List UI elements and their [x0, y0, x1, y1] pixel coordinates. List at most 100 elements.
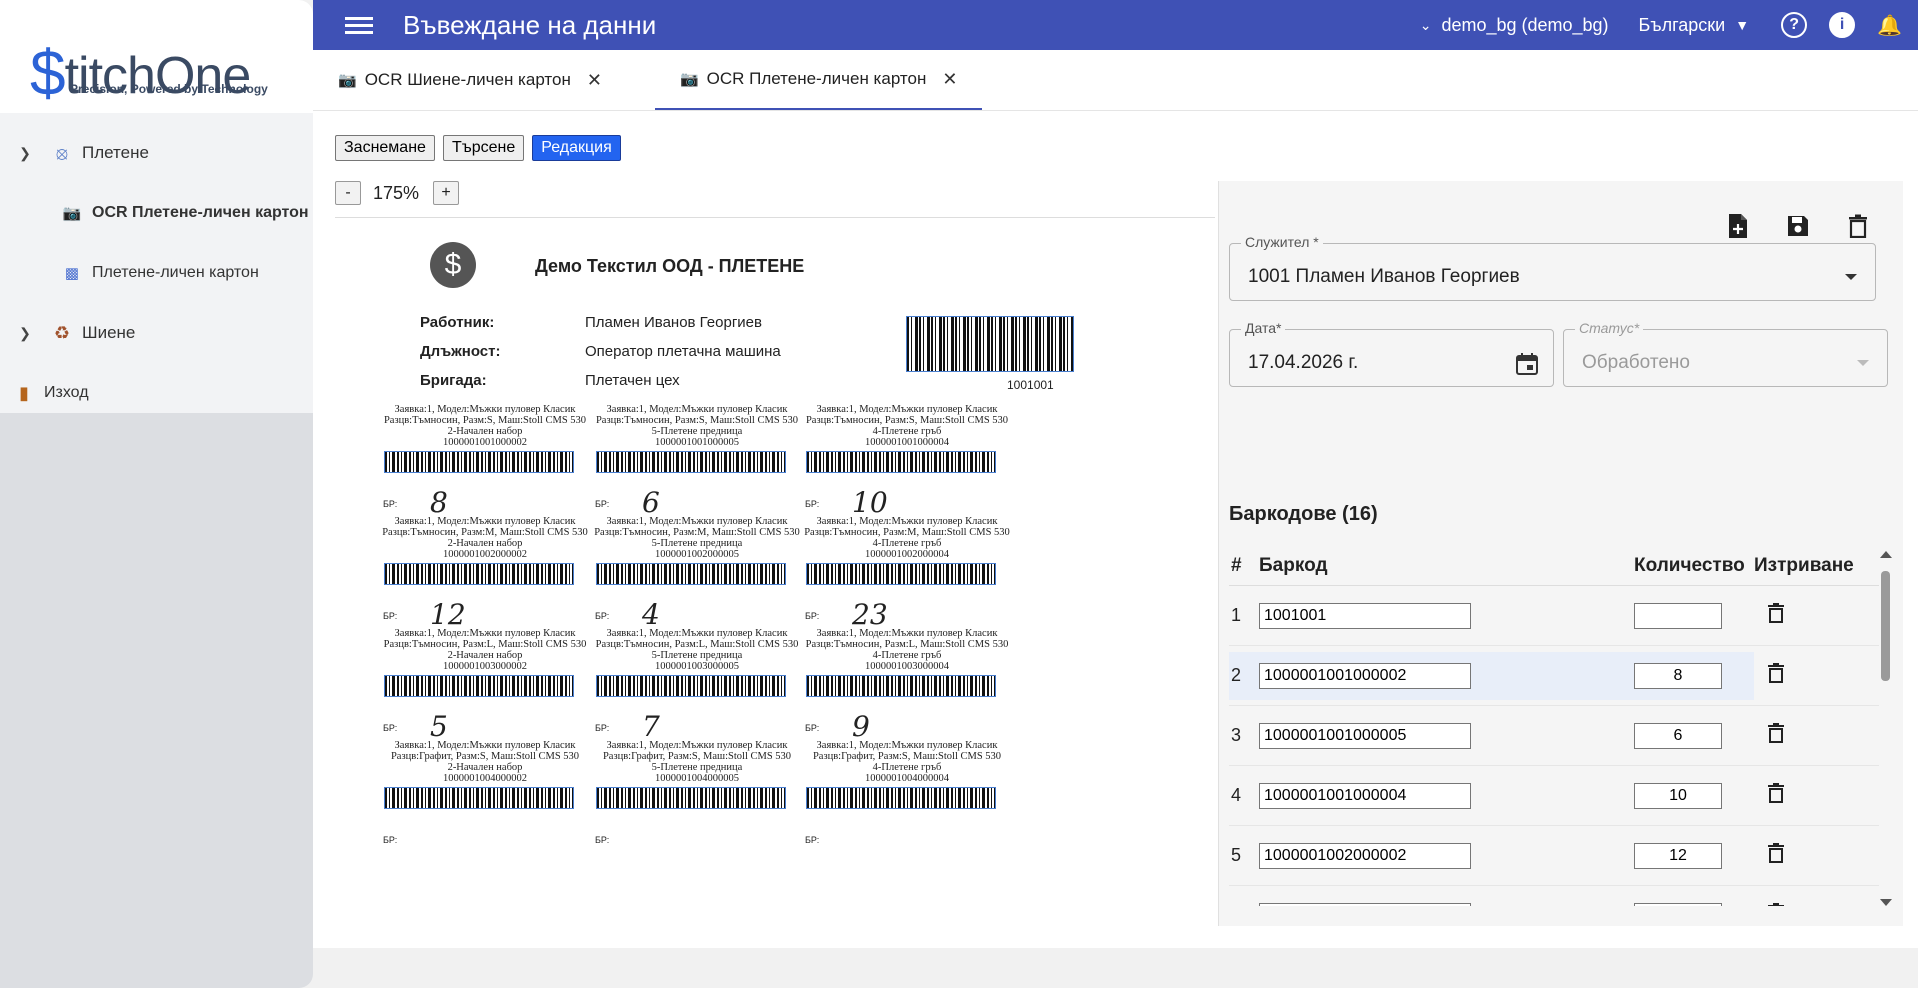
employee-select[interactable]: Служител * 1001 Пламен Иванов Георгиев	[1229, 234, 1876, 301]
chevron-down-icon[interactable]: ❯	[0, 145, 50, 162]
count-label: БР:	[805, 723, 820, 733]
dollar-logo-icon: $	[430, 242, 476, 288]
card-text-line: 4-Плетене гръб	[872, 426, 942, 437]
delete-row-icon[interactable]	[1754, 603, 1879, 628]
help-icon[interactable]: ?	[1781, 12, 1808, 38]
barcode-input[interactable]	[1259, 842, 1471, 869]
scroll-thumb[interactable]	[1881, 571, 1890, 681]
card-text-line: 1000001003000005	[655, 661, 739, 672]
card-barcode	[384, 563, 574, 585]
delete-row-icon[interactable]	[1754, 783, 1879, 808]
camera-icon: 📷	[62, 205, 82, 222]
sidebar-item-knitting[interactable]: ❯ ⦻ Плетене	[0, 123, 313, 183]
quantity-input[interactable]	[1634, 602, 1722, 629]
calendar-icon[interactable]	[1515, 352, 1539, 381]
count-label: БР:	[805, 835, 820, 845]
card-text-line: Разцв:Тъмносин, Разм:M, Маш:Stoll CMS 53…	[594, 527, 800, 538]
card-text-line: 1000001003000004	[865, 661, 949, 672]
card-text-line: 5-Плетене предница	[651, 426, 743, 437]
sidebar-item-exit[interactable]: ▮ Изход	[0, 363, 313, 423]
date-field[interactable]: Дата* 17.04.2026 г.	[1229, 320, 1554, 387]
card-text-line: Разцв:Тъмносин, Разм:L, Маш:Stoll CMS 53…	[383, 639, 587, 650]
barcode-input[interactable]	[1259, 602, 1471, 629]
zoom-in-button[interactable]: +	[433, 181, 460, 205]
capture-button[interactable]: Заснемане	[335, 135, 435, 161]
card-text-line: 5-Плетене предница	[651, 538, 743, 549]
date-label: Дата*	[1241, 320, 1286, 336]
bell-icon[interactable]: 🔔	[1877, 13, 1902, 38]
barcode-input[interactable]	[1259, 662, 1471, 689]
card-text-line: 5-Плетене предница	[651, 762, 743, 773]
tab-ocr-sewing[interactable]: 📷 OCR Шиене-личен картон ✕	[313, 50, 627, 110]
quantity-input[interactable]	[1634, 782, 1722, 809]
user-selector[interactable]: ⌄ demo_bg (demo_bg)	[1410, 15, 1609, 36]
barcode-card: Заявка:1, Модел:Мъжки пуловер Класик Разц…	[802, 628, 1012, 758]
search-button[interactable]: Търсене	[442, 135, 525, 161]
worker-barcode-number: 1001001	[1007, 378, 1054, 392]
card-icon: ▩	[64, 265, 80, 282]
tab-ocr-knitting[interactable]: 📷 OCR Плетене-личен картон ✕	[654, 50, 983, 110]
camera-icon: 📷	[338, 72, 357, 89]
close-icon[interactable]: ✕	[587, 70, 602, 91]
scanned-document[interactable]: $ Демо Текстил ООД - ПЛЕТЕНЕ Работник: Пл…	[335, 226, 1215, 916]
sidebar-item-label: Плетене	[82, 143, 149, 162]
user-name: demo_bg (demo_bg)	[1441, 14, 1609, 35]
new-document-icon[interactable]	[1723, 211, 1753, 241]
quantity-input[interactable]	[1634, 662, 1722, 689]
delete-row-icon[interactable]	[1754, 723, 1879, 748]
quantity-input[interactable]	[1634, 902, 1722, 906]
edit-button[interactable]: Редакция	[532, 135, 621, 161]
card-barcode	[806, 563, 996, 585]
card-barcode	[806, 787, 996, 809]
quantity-input[interactable]	[1634, 842, 1722, 869]
zoom-out-button[interactable]: -	[335, 181, 361, 205]
handwritten-count: 6	[642, 486, 660, 519]
card-text-line: Заявка:1, Модел:Мъжки пуловер Класик	[606, 404, 788, 415]
table-row: 5	[1229, 826, 1879, 886]
barcode-card: Заявка:1, Модел:Мъжки пуловер Класик Разц…	[802, 740, 1012, 870]
panel-actions	[1723, 211, 1873, 241]
sidebar-item-ocr-knitting[interactable]: 📷 OCR Плетене-личен картон	[0, 183, 313, 243]
table-body: 1 2 3 4 5 6	[1229, 586, 1879, 906]
employee-label: Служител *	[1241, 234, 1323, 250]
brand-logo[interactable]: $titchOne Precision, Powered by Technolo…	[0, 0, 313, 113]
barcode-card: Заявка:1, Модел:Мъжки пуловер Класик Разц…	[380, 404, 590, 534]
tab-label: OCR Плетене-личен картон	[706, 69, 927, 88]
close-icon[interactable]: ✕	[942, 69, 957, 90]
worker-barcode	[906, 316, 1074, 372]
menu-icon[interactable]	[345, 13, 373, 38]
delete-row-icon[interactable]	[1754, 843, 1879, 868]
scroll-down-icon[interactable]	[1880, 899, 1892, 906]
delete-icon[interactable]	[1843, 211, 1873, 241]
quantity-input[interactable]	[1634, 722, 1722, 749]
language-selector[interactable]: Български ▼	[1639, 15, 1760, 36]
barcode-input[interactable]	[1259, 782, 1471, 809]
barcode-input[interactable]	[1259, 902, 1471, 906]
sewing-icon: ♻	[53, 322, 71, 343]
sidebar-item-sewing[interactable]: ❯ ♻ Шиене	[0, 303, 313, 363]
card-text-line: Заявка:1, Модел:Мъжки пуловер Класик	[394, 740, 576, 751]
card-barcode	[596, 451, 786, 473]
info-icon[interactable]: i	[1829, 12, 1856, 38]
save-icon[interactable]	[1783, 211, 1813, 241]
delete-row-icon[interactable]	[1754, 903, 1879, 906]
count-label: БР:	[595, 835, 610, 845]
barcode-input[interactable]	[1259, 722, 1471, 749]
scroll-up-icon[interactable]	[1880, 551, 1892, 558]
position-value: Оператор плетачна машина	[585, 343, 781, 360]
table-row: 2	[1229, 646, 1879, 706]
knit-icon: ⦻	[56, 142, 68, 163]
card-barcode	[384, 451, 574, 473]
col-num: #	[1231, 554, 1242, 576]
employee-value: 1001 Пламен Иванов Георгиев	[1248, 266, 1520, 287]
chevron-right-icon[interactable]: ❯	[0, 325, 50, 342]
sidebar-item-label: Изход	[44, 384, 89, 401]
logo-mark: $	[30, 37, 66, 109]
row-number: 1	[1231, 605, 1242, 625]
card-text-line: 1000001001000002	[443, 437, 527, 448]
table-scrollbar[interactable]	[1879, 551, 1893, 906]
card-text-line: Заявка:1, Модел:Мъжки пуловер Класик	[394, 516, 576, 527]
delete-row-icon[interactable]	[1754, 663, 1879, 688]
sidebar-item-knitting-card[interactable]: ▩ Плетене-личен картон	[0, 243, 313, 303]
handwritten-count: 8	[430, 486, 448, 519]
